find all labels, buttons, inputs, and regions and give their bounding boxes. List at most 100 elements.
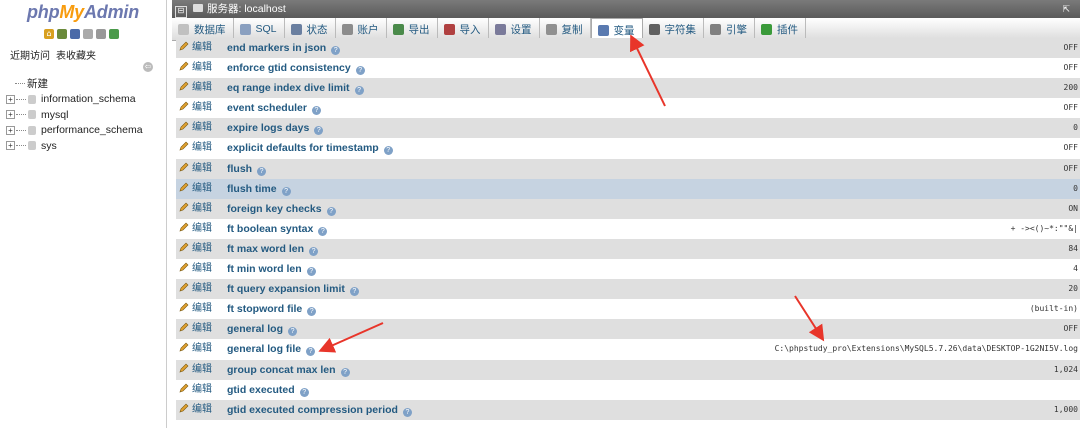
- docs-icon[interactable]: [70, 29, 80, 39]
- expand-icon[interactable]: +: [6, 110, 15, 120]
- tab-1[interactable]: SQL: [234, 18, 285, 40]
- edit-label: 编辑: [192, 142, 212, 154]
- variable-value[interactable]: + -><()~*:""&|: [1011, 219, 1078, 239]
- reload-icon[interactable]: [109, 29, 119, 39]
- variable-value[interactable]: ON: [1068, 199, 1078, 219]
- help-icon[interactable]: ?: [340, 367, 350, 377]
- edit-link[interactable]: 编辑: [179, 380, 212, 400]
- edit-link[interactable]: 编辑: [179, 299, 212, 319]
- edit-link[interactable]: 编辑: [179, 259, 212, 279]
- help-icon[interactable]: ?: [257, 166, 267, 176]
- edit-link[interactable]: 编辑: [179, 159, 212, 179]
- variable-value[interactable]: OFF: [1064, 319, 1078, 339]
- tab-7[interactable]: 复制: [540, 18, 591, 40]
- edit-link[interactable]: 编辑: [179, 179, 212, 199]
- variable-value[interactable]: 200: [1064, 78, 1078, 98]
- edit-link[interactable]: 编辑: [179, 219, 212, 239]
- database-name[interactable]: sys: [41, 140, 57, 152]
- home-icon[interactable]: ⌂: [44, 29, 54, 39]
- help-icon[interactable]: ?: [383, 146, 393, 156]
- variable-value[interactable]: 1,024: [1054, 360, 1078, 380]
- database-name[interactable]: information_schema: [41, 93, 136, 105]
- tab-11[interactable]: 插件: [755, 18, 807, 40]
- sql-docs-icon[interactable]: [83, 29, 93, 39]
- tab-0[interactable]: 数据库: [172, 18, 234, 40]
- tree-item-mysql[interactable]: + mysql: [6, 107, 143, 123]
- edit-link[interactable]: 编辑: [179, 339, 212, 359]
- tab-4[interactable]: 导出: [387, 18, 438, 40]
- variable-value[interactable]: 4: [1073, 259, 1078, 279]
- variable-name-text: flush time: [227, 182, 277, 195]
- variable-value[interactable]: 0: [1073, 179, 1078, 199]
- collapse-all-icon[interactable]: ⇦: [143, 62, 153, 72]
- database-name[interactable]: mysql: [41, 109, 68, 121]
- edit-link[interactable]: 编辑: [179, 360, 212, 380]
- edit-link[interactable]: 编辑: [179, 279, 212, 299]
- edit-link[interactable]: 编辑: [179, 199, 212, 219]
- help-icon[interactable]: ?: [306, 267, 316, 277]
- collapse-nav-icon[interactable]: ⊟: [175, 6, 187, 18]
- edit-label: 编辑: [192, 222, 212, 234]
- tree-item-information-schema[interactable]: + information_schema: [6, 92, 143, 108]
- help-icon[interactable]: ?: [349, 287, 359, 297]
- tree-new-database[interactable]: 新建: [6, 76, 143, 92]
- tab-5[interactable]: 导入: [438, 18, 489, 40]
- edit-link[interactable]: 编辑: [179, 118, 212, 138]
- help-icon[interactable]: ?: [326, 206, 336, 216]
- edit-link[interactable]: 编辑: [179, 400, 212, 420]
- edit-link[interactable]: 编辑: [179, 98, 212, 118]
- help-icon[interactable]: ?: [288, 327, 298, 337]
- variable-value[interactable]: (built-in): [1030, 299, 1078, 319]
- favorite-tables-link[interactable]: 表收藏夹: [56, 51, 96, 62]
- server-label[interactable]: 服务器: localhost: [207, 3, 286, 15]
- variable-value[interactable]: OFF: [1064, 138, 1078, 158]
- help-icon[interactable]: ?: [318, 226, 328, 236]
- variable-value[interactable]: OFF: [1064, 98, 1078, 118]
- open-new-window-icon[interactable]: ⇱: [1062, 0, 1070, 18]
- help-icon[interactable]: ?: [355, 66, 365, 76]
- edit-link[interactable]: 编辑: [179, 78, 212, 98]
- edit-link[interactable]: 编辑: [179, 319, 212, 339]
- tree-item-sys[interactable]: + sys: [6, 138, 143, 154]
- help-icon[interactable]: ?: [309, 246, 319, 256]
- tab-9[interactable]: 字符集: [643, 18, 705, 40]
- help-icon[interactable]: ?: [354, 86, 364, 96]
- edit-link[interactable]: 编辑: [179, 239, 212, 259]
- variable-value[interactable]: OFF: [1064, 58, 1078, 78]
- phpmyadmin-logo[interactable]: phpMyAdmin: [27, 2, 139, 23]
- variable-value[interactable]: C:\phpstudy_pro\Extensions\MySQL5.7.26\d…: [775, 339, 1078, 359]
- settings-icon[interactable]: [96, 29, 106, 39]
- database-name[interactable]: performance_schema: [41, 124, 143, 136]
- edit-link[interactable]: 编辑: [179, 138, 212, 158]
- help-icon[interactable]: ?: [331, 46, 341, 55]
- variable-value[interactable]: 84: [1068, 239, 1078, 259]
- help-icon[interactable]: ?: [306, 347, 316, 357]
- tree-item-performance-schema[interactable]: + performance_schema: [6, 123, 143, 139]
- variable-value[interactable]: 1,000: [1054, 400, 1078, 420]
- variable-value[interactable]: OFF: [1064, 159, 1078, 179]
- query-window-icon[interactable]: [57, 29, 67, 39]
- variable-name-text: general log: [227, 323, 284, 336]
- tab-10[interactable]: 引擎: [704, 18, 756, 40]
- variable-name: end markers in json?: [227, 38, 341, 58]
- recent-tables-link[interactable]: 近期访问: [10, 51, 50, 62]
- variable-value[interactable]: OFF: [1064, 38, 1078, 58]
- expand-icon[interactable]: +: [6, 94, 15, 104]
- help-icon[interactable]: ?: [307, 307, 317, 317]
- edit-link[interactable]: 编辑: [179, 38, 212, 58]
- help-icon[interactable]: ?: [314, 126, 324, 136]
- new-database-label[interactable]: 新建: [27, 76, 48, 91]
- variable-value[interactable]: 0: [1073, 118, 1078, 138]
- variable-value[interactable]: 20: [1068, 279, 1078, 299]
- help-icon[interactable]: ?: [402, 407, 412, 417]
- tab-6[interactable]: 设置: [489, 18, 540, 40]
- tab-3[interactable]: 账户: [336, 18, 387, 40]
- expand-icon[interactable]: +: [6, 141, 15, 151]
- expand-icon[interactable]: +: [6, 125, 15, 135]
- variable-name: enforce gtid consistency?: [227, 58, 365, 78]
- help-icon[interactable]: ?: [299, 387, 309, 397]
- tab-2[interactable]: 状态: [285, 18, 336, 40]
- edit-link[interactable]: 编辑: [179, 58, 212, 78]
- help-icon[interactable]: ?: [281, 186, 291, 196]
- help-icon[interactable]: ?: [311, 106, 321, 116]
